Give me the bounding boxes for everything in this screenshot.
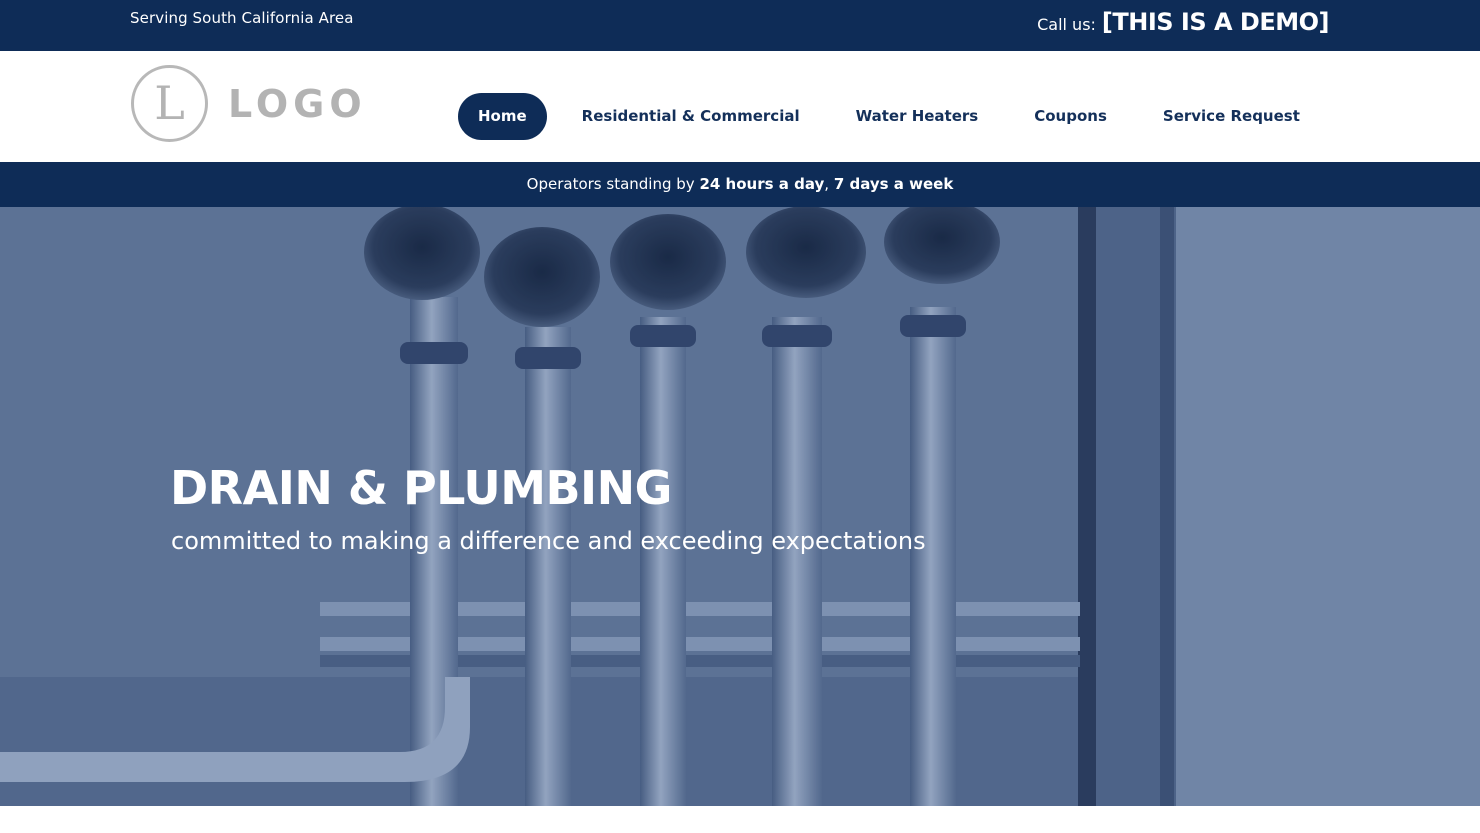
call-us: Call us: [THIS IS A DEMO] — [1037, 8, 1329, 36]
call-us-label: Call us: — [1037, 15, 1096, 34]
nav-item-service-request[interactable]: Service Request — [1143, 93, 1320, 140]
hero-subtitle: committed to making a difference and exc… — [171, 527, 926, 555]
phone-number-link[interactable]: [THIS IS A DEMO] — [1102, 8, 1330, 36]
site-header: L LOGO Home Residential & Commercial Wat… — [0, 51, 1480, 162]
page-bottom-strip — [0, 806, 1480, 833]
logo-text: LOGO — [228, 81, 367, 126]
logo-mark-icon: L — [131, 65, 208, 142]
logo-letter: L — [154, 75, 185, 130]
logo[interactable]: L LOGO — [131, 65, 367, 142]
announcement-days: 7 days a week — [833, 175, 954, 193]
nav-item-residential-commercial[interactable]: Residential & Commercial — [562, 93, 820, 140]
top-utility-bar: Serving South California Area Call us: [… — [0, 0, 1480, 51]
announcement-hours: 24 hours a day — [699, 175, 825, 193]
nav-item-water-heaters[interactable]: Water Heaters — [836, 93, 999, 140]
nav-item-home[interactable]: Home — [458, 93, 547, 140]
announcement-separator: , — [824, 175, 834, 193]
announcement-prefix: Operators standing by — [526, 175, 700, 193]
nav-item-coupons[interactable]: Coupons — [1014, 93, 1127, 140]
main-nav: Home Residential & Commercial Water Heat… — [458, 93, 1320, 140]
announcement-bar: Operators standing by 24 hours a day, 7 … — [0, 162, 1480, 207]
service-area-text: Serving South California Area — [130, 9, 354, 27]
hero-section: DRAIN & PLUMBING committed to making a d… — [0, 207, 1480, 806]
hero-title: DRAIN & PLUMBING — [170, 461, 672, 515]
